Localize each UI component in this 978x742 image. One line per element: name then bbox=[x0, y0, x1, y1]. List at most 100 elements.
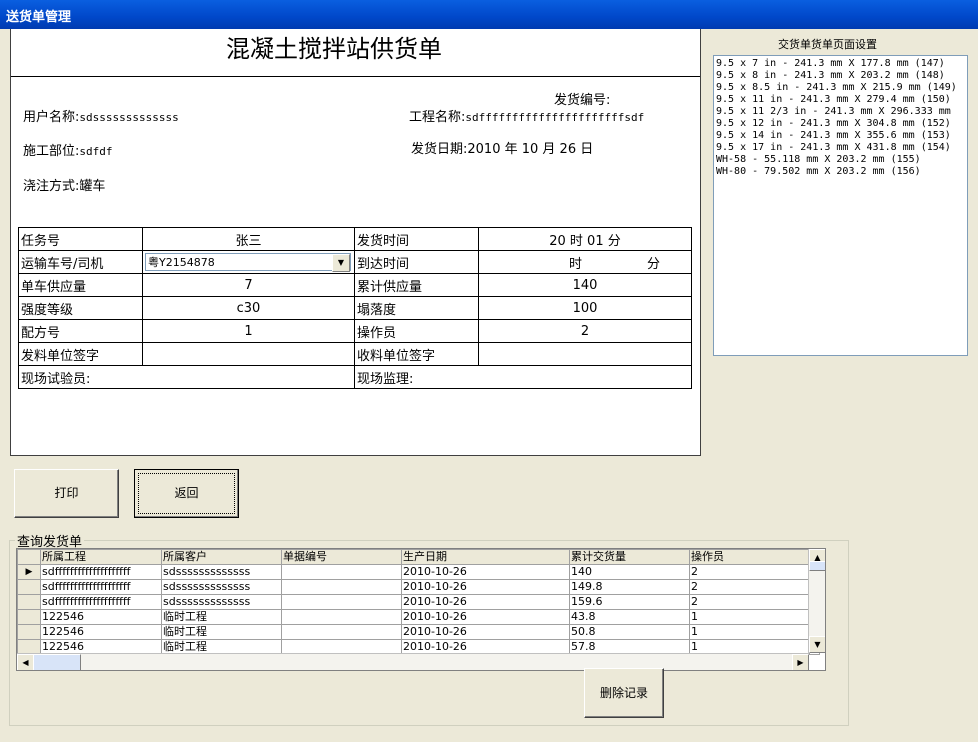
column-header[interactable]: 累计交货量 bbox=[569, 549, 690, 565]
table-cell[interactable] bbox=[281, 594, 402, 610]
column-header[interactable]: 生产日期 bbox=[401, 549, 570, 565]
list-item[interactable]: 9.5 x 17 in - 241.3 mm X 431.8 mm (154) bbox=[716, 142, 965, 154]
back-button-label: 返回 bbox=[174, 486, 199, 500]
row-selector[interactable] bbox=[17, 609, 41, 625]
table-row: 配方号 1 操作员 2 bbox=[18, 319, 692, 343]
table-row: 发料单位签字 收料单位签字 bbox=[18, 342, 692, 366]
table-row[interactable]: ▶ sdffffffffffffffffffff sdsssssssssssss 20… bbox=[17, 564, 820, 580]
supervisor-label: 现场监理: bbox=[354, 365, 692, 389]
table-cell[interactable]: 140 bbox=[569, 564, 690, 580]
table-cell[interactable]: sdsssssssssssss bbox=[161, 579, 282, 595]
table-cell[interactable]: 122546 bbox=[40, 624, 162, 640]
table-cell[interactable]: 2010-10-26 bbox=[401, 594, 570, 610]
mix-value: 1 bbox=[142, 319, 355, 343]
print-button[interactable]: 打印 bbox=[14, 469, 119, 518]
scroll-down-icon[interactable]: ▼ bbox=[809, 636, 825, 653]
site-value: sdfdf bbox=[79, 145, 113, 158]
arrive-time-label: 到达时间 bbox=[354, 250, 479, 274]
title-bar: 送货单管理 bbox=[0, 0, 978, 29]
scroll-thumb[interactable] bbox=[809, 561, 825, 571]
project-name: 工程名称:sdffffffffffffffffffffffsdf bbox=[409, 106, 644, 125]
list-item[interactable]: 9.5 x 8.5 in - 241.3 mm X 215.9 mm (149) bbox=[716, 82, 965, 94]
table-cell[interactable]: 2010-10-26 bbox=[401, 609, 570, 625]
window-title: 送货单管理 bbox=[6, 10, 72, 25]
truck-driver-select[interactable]: 粤Y2154878 ▼ bbox=[145, 253, 351, 272]
table-cell[interactable]: 2010-10-26 bbox=[401, 564, 570, 580]
hscroll-thumb[interactable] bbox=[33, 654, 81, 670]
table-cell[interactable]: 临时工程 bbox=[161, 624, 282, 640]
chevron-down-icon[interactable]: ▼ bbox=[332, 254, 350, 272]
form-title: 混凝土搅拌站供货单 bbox=[226, 35, 442, 63]
horizontal-scrollbar[interactable]: ◀ ▶ bbox=[17, 653, 809, 670]
table-cell[interactable]: sdsssssssssssss bbox=[161, 564, 282, 580]
current-row-indicator-icon[interactable]: ▶ bbox=[17, 564, 41, 580]
table-cell[interactable] bbox=[281, 579, 402, 595]
table-cell[interactable]: 43.8 bbox=[569, 609, 690, 625]
mix-label: 配方号 bbox=[18, 319, 143, 343]
row-selector[interactable] bbox=[17, 624, 41, 640]
delete-record-button[interactable]: 删除记录 bbox=[584, 668, 664, 718]
table-cell[interactable]: 50.8 bbox=[569, 624, 690, 640]
table-cell[interactable]: 2 bbox=[689, 564, 810, 580]
operator-label: 操作员 bbox=[354, 319, 479, 343]
column-header[interactable]: 单据编号 bbox=[281, 549, 402, 565]
table-row[interactable]: 122546临时工程2010-10-2650.819 bbox=[17, 624, 820, 640]
table-cell[interactable]: 159.6 bbox=[569, 594, 690, 610]
pour-value: 罐车 bbox=[79, 179, 106, 194]
table-cell[interactable]: 2 bbox=[689, 579, 810, 595]
tester-label: 现场试验员: bbox=[18, 365, 355, 389]
list-item[interactable]: 9.5 x 8 in - 241.3 mm X 203.2 mm (148) bbox=[716, 70, 965, 82]
list-item[interactable]: 9.5 x 7 in - 241.3 mm X 177.8 mm (147) bbox=[716, 58, 965, 70]
delivery-detail-table: 任务号 张三 发货时间 20 时 01 分 运输车号/司机 粤Y2154878 … bbox=[18, 227, 692, 389]
list-item[interactable]: 9.5 x 12 in - 241.3 mm X 304.8 mm (152) bbox=[716, 118, 965, 130]
cumulative-label: 累计供应量 bbox=[354, 273, 479, 297]
table-cell[interactable]: sdsssssssssssss bbox=[161, 594, 282, 610]
table-row[interactable]: sdffffffffffffffffffff sdsssssssssssss 201… bbox=[17, 594, 820, 610]
table-cell[interactable] bbox=[281, 564, 402, 580]
task-label: 任务号 bbox=[18, 227, 143, 251]
scroll-left-icon[interactable]: ◀ bbox=[17, 654, 34, 670]
table-cell[interactable]: 149.8 bbox=[569, 579, 690, 595]
table-cell[interactable] bbox=[281, 624, 402, 640]
table-cell[interactable] bbox=[281, 609, 402, 625]
table-cell[interactable]: 1 bbox=[689, 624, 810, 640]
grid-header-row: 所属工程所属客户单据编号生产日期累计交货量操作员3 bbox=[17, 549, 820, 565]
table-cell[interactable]: 临时工程 bbox=[161, 609, 282, 625]
back-button[interactable]: 返回 bbox=[134, 469, 239, 518]
send-time-label: 发货时间 bbox=[354, 227, 479, 251]
table-cell[interactable]: sdffffffffffffffffffff bbox=[40, 579, 162, 595]
delivery-records-grid[interactable]: 所属工程所属客户单据编号生产日期累计交货量操作员3 ▶sdfffffffffff… bbox=[16, 548, 826, 671]
table-cell[interactable]: 2 bbox=[689, 594, 810, 610]
table-cell[interactable]: 2010-10-26 bbox=[401, 579, 570, 595]
column-header[interactable]: 所属客户 bbox=[161, 549, 282, 565]
table-row: 现场试验员: 现场监理: bbox=[18, 365, 692, 389]
table-cell[interactable]: 122546 bbox=[40, 609, 162, 625]
page-size-list[interactable]: 9.5 x 7 in - 241.3 mm X 177.8 mm (147) 9.… bbox=[713, 55, 968, 356]
site-label: 施工部位: bbox=[23, 144, 80, 159]
list-item[interactable]: 9.5 x 11 in - 241.3 mm X 279.4 mm (150) bbox=[716, 94, 965, 106]
delete-button-label: 删除记录 bbox=[599, 686, 648, 700]
list-item[interactable]: 9.5 x 14 in - 241.3 mm X 355.6 mm (153) bbox=[716, 130, 965, 142]
page-setup-title: 交货单货单页面设置 bbox=[778, 38, 877, 51]
table-row[interactable]: sdffffffffffffffffffff sdsssssssssssss 201… bbox=[17, 579, 820, 595]
supply-label: 单车供应量 bbox=[18, 273, 143, 297]
arrive-hour-unit: 时 bbox=[569, 257, 583, 272]
table-cell[interactable]: sdffffffffffffffffffff bbox=[40, 564, 162, 580]
table-cell[interactable]: 2010-10-26 bbox=[401, 624, 570, 640]
scroll-right-icon[interactable]: ▶ bbox=[792, 654, 809, 670]
list-item[interactable]: 9.5 x 11 2/3 in - 241.3 mm X 296.333 mm bbox=[716, 106, 965, 118]
sender-sign-label: 发料单位签字 bbox=[18, 342, 143, 366]
truck-select-value: 粤Y2154878 bbox=[148, 256, 215, 269]
column-header[interactable]: 所属工程 bbox=[40, 549, 162, 565]
table-cell[interactable]: 1 bbox=[689, 609, 810, 625]
project-label: 工程名称: bbox=[409, 110, 466, 125]
row-selector[interactable] bbox=[17, 579, 41, 595]
table-cell[interactable]: sdffffffffffffffffffff bbox=[40, 594, 162, 610]
table-row[interactable]: 122546临时工程2010-10-2643.819 bbox=[17, 609, 820, 625]
row-selector[interactable] bbox=[17, 594, 41, 610]
list-item[interactable]: WH-58 - 55.118 mm X 203.2 mm (155) bbox=[716, 154, 965, 166]
list-item[interactable]: WH-80 - 79.502 mm X 203.2 mm (156) bbox=[716, 166, 965, 178]
user-label: 用户名称: bbox=[23, 110, 80, 125]
column-header[interactable]: 操作员 bbox=[689, 549, 810, 565]
vertical-scrollbar[interactable]: ▲ ▼ bbox=[808, 549, 825, 653]
